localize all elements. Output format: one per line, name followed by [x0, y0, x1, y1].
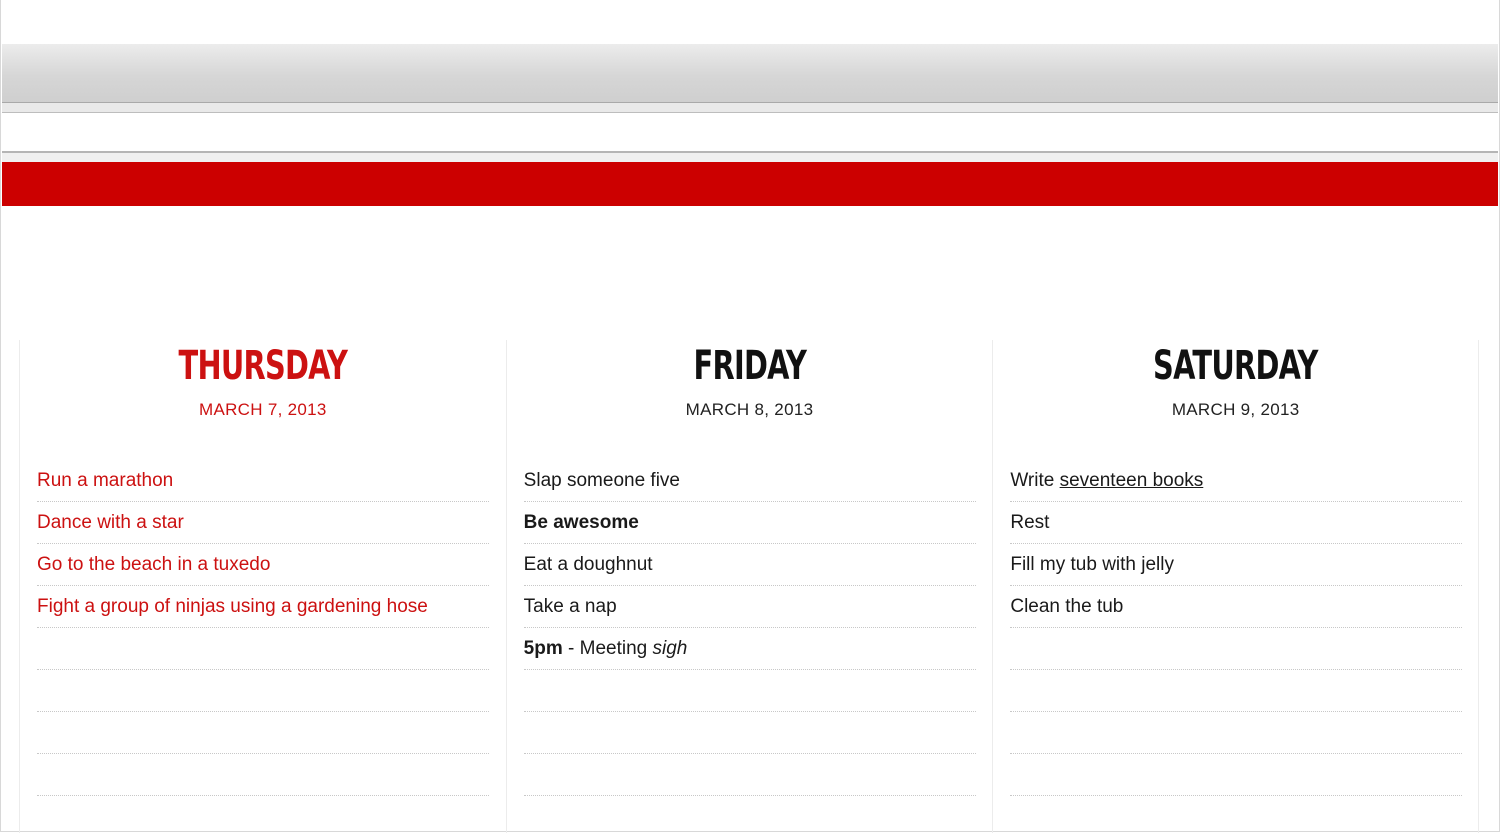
task-item[interactable]: Fill my tub with jelly: [1010, 544, 1463, 586]
task-list: Run a marathon Dance with a star Go to t…: [37, 460, 489, 796]
meeting-note: sigh: [652, 638, 688, 659]
task-item[interactable]: Run a marathon: [37, 460, 489, 502]
task-item-meeting[interactable]: 5pm - Meeting sigh: [523, 628, 976, 670]
day-date: MARCH 9, 2013: [1171, 400, 1300, 419]
task-item[interactable]: Clean the tub: [1010, 586, 1463, 628]
toolbar-divider: [2, 103, 1498, 113]
task-list: Slap someone five Be awesome Eat a dough…: [523, 460, 976, 796]
task-item[interactable]: Eat a doughnut: [523, 544, 976, 586]
header-gap: [2, 153, 1498, 162]
day-date: MARCH 8, 2013: [685, 400, 814, 419]
task-item-empty[interactable]: [523, 754, 976, 796]
task-item[interactable]: Be awesome: [523, 502, 976, 544]
day-title: THURSDAY: [178, 343, 348, 389]
task-item[interactable]: Go to the beach in a tuxedo: [37, 544, 489, 586]
task-item[interactable]: Fight a group of ninjas using a gardenin…: [37, 586, 489, 628]
day-column-thursday: THURSDAY MARCH 7, 2013 Run a marathon Da…: [19, 340, 506, 833]
task-item-empty[interactable]: [37, 670, 489, 712]
day-column-friday: FRIDAY MARCH 8, 2013 Slap someone five B…: [505, 340, 993, 833]
task-item-empty[interactable]: [37, 712, 489, 754]
browser-toolbar: [2, 44, 1498, 103]
task-item-empty[interactable]: [523, 670, 976, 712]
day-title: FRIDAY: [693, 343, 806, 389]
app-header-bar: [2, 162, 1498, 206]
task-item[interactable]: Dance with a star: [37, 502, 489, 544]
address-bar-area: [2, 113, 1498, 153]
day-column-saturday: SATURDAY MARCH 9, 2013 Write seventeen b…: [992, 340, 1480, 833]
task-item-empty[interactable]: [37, 628, 489, 670]
day-columns: THURSDAY MARCH 7, 2013 Run a marathon Da…: [19, 340, 1480, 833]
task-link[interactable]: seventeen books: [1060, 470, 1204, 491]
meeting-label: - Meeting: [562, 638, 653, 659]
task-item[interactable]: Write seventeen books: [1010, 460, 1463, 502]
meeting-time: 5pm: [523, 638, 563, 659]
task-list: Write seventeen books Rest Fill my tub w…: [1010, 460, 1463, 796]
window-top: [2, 0, 1498, 44]
task-item[interactable]: Slap someone five: [523, 460, 976, 502]
day-title: SATURDAY: [1153, 343, 1318, 389]
task-item-empty[interactable]: [1010, 628, 1463, 670]
task-item-empty[interactable]: [523, 712, 976, 754]
day-date: MARCH 7, 2013: [198, 400, 327, 419]
task-item-empty[interactable]: [1010, 670, 1463, 712]
task-text: Write: [1010, 470, 1060, 491]
task-item-empty[interactable]: [1010, 712, 1463, 754]
task-item[interactable]: Rest: [1010, 502, 1463, 544]
task-item-empty[interactable]: [1010, 754, 1463, 796]
task-item-empty[interactable]: [37, 754, 489, 796]
task-item[interactable]: Take a nap: [523, 586, 976, 628]
